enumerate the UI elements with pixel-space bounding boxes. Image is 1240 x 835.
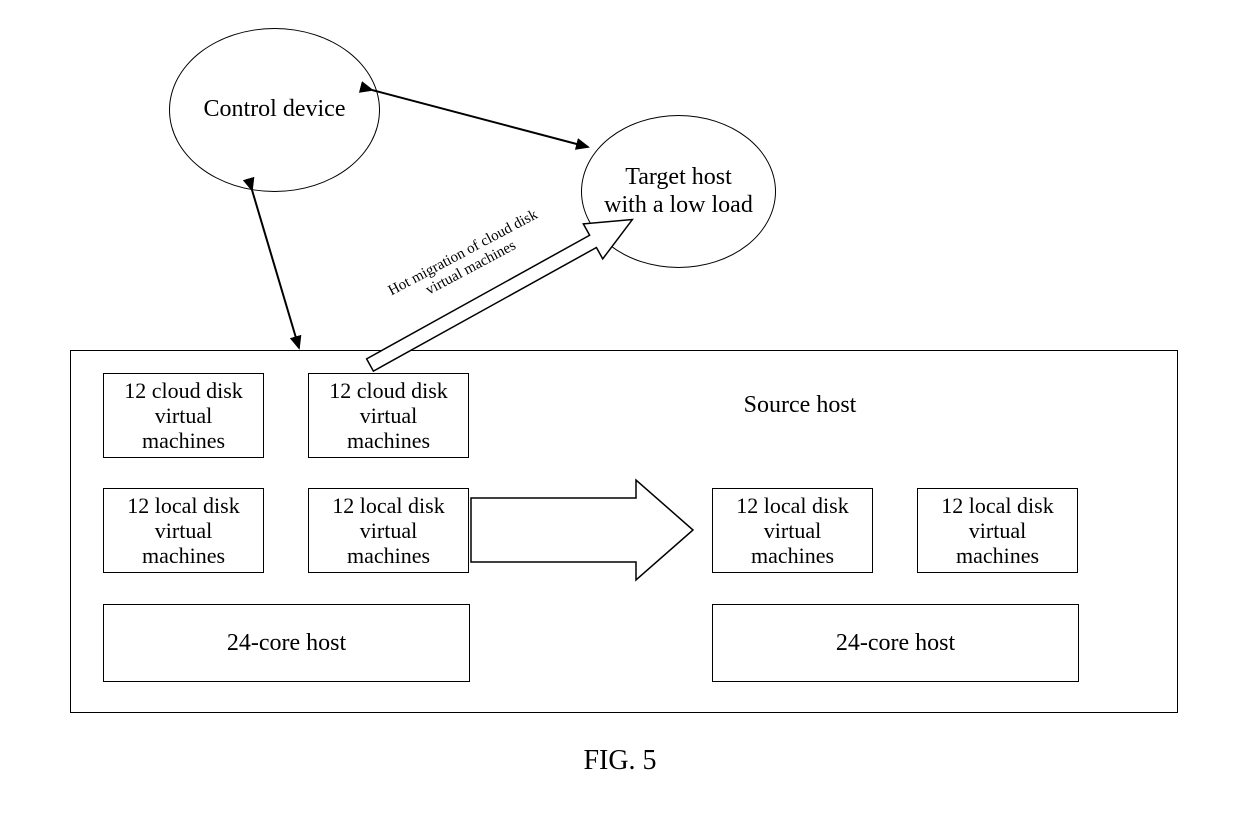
host-24-box-left: 24-core host bbox=[103, 604, 470, 682]
hot-migration-text: Hot migration of cloud disk virtual mach… bbox=[386, 207, 541, 299]
target-host-node: Target host with a low load bbox=[581, 115, 776, 268]
cloud-vm-1-text: 12 cloud disk virtual machines bbox=[124, 378, 243, 454]
local-vm-4-text: 12 local disk virtual machines bbox=[941, 493, 1053, 569]
host-24-right-text: 24-core host bbox=[836, 630, 955, 657]
host-24-left-text: 24-core host bbox=[227, 630, 346, 657]
control-device-node: Control device bbox=[169, 28, 380, 192]
after-hot-migration-text: After hot migration bbox=[505, 503, 591, 552]
target-host-label: Target host with a low load bbox=[600, 160, 757, 223]
figure-caption: FIG. 5 bbox=[0, 745, 1240, 777]
local-vm-2-text: 12 local disk virtual machines bbox=[332, 493, 444, 569]
source-host-label: Source host bbox=[710, 392, 890, 419]
local-vm-box-1: 12 local disk virtual machines bbox=[103, 488, 264, 573]
arrow-control-target bbox=[372, 90, 588, 147]
after-hot-migration-label: After hot migration bbox=[493, 504, 603, 552]
figure-caption-text: FIG. 5 bbox=[583, 745, 656, 776]
host-24-box-right: 24-core host bbox=[712, 604, 1079, 682]
local-vm-3-text: 12 local disk virtual machines bbox=[736, 493, 848, 569]
hot-migration-label: Hot migration of cloud disk virtual mach… bbox=[358, 192, 577, 329]
local-vm-1-text: 12 local disk virtual machines bbox=[127, 493, 239, 569]
arrow-control-source bbox=[252, 190, 299, 348]
source-host-text: Source host bbox=[744, 392, 857, 418]
local-vm-box-3: 12 local disk virtual machines bbox=[712, 488, 873, 573]
local-vm-box-4: 12 local disk virtual machines bbox=[917, 488, 1078, 573]
cloud-vm-box-1: 12 cloud disk virtual machines bbox=[103, 373, 264, 458]
diagram-stage: Control device Target host with a low lo… bbox=[0, 0, 1240, 835]
control-device-label: Control device bbox=[200, 92, 350, 128]
cloud-vm-box-2: 12 cloud disk virtual machines bbox=[308, 373, 469, 458]
cloud-vm-2-text: 12 cloud disk virtual machines bbox=[329, 378, 448, 454]
local-vm-box-2: 12 local disk virtual machines bbox=[308, 488, 469, 573]
